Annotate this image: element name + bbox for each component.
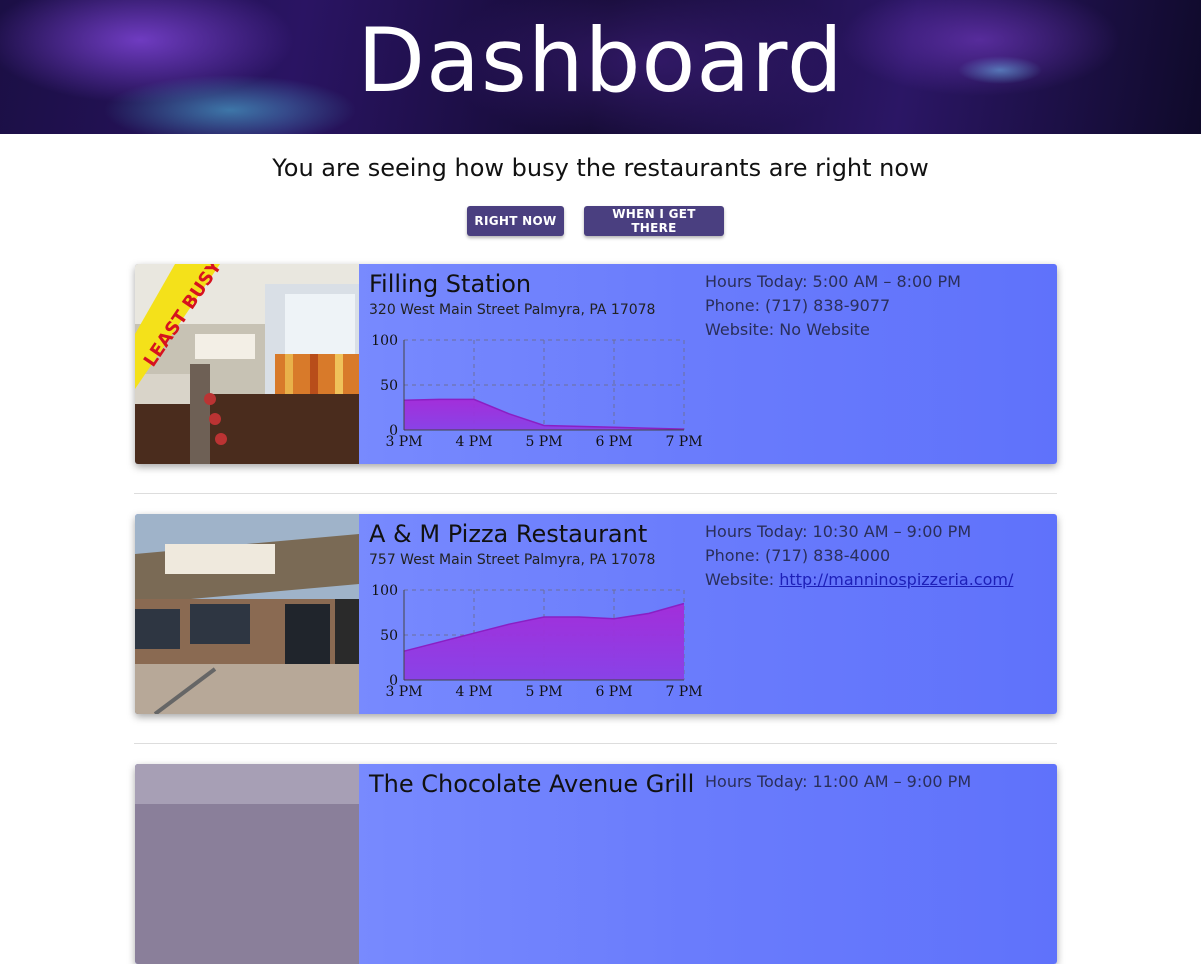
x-tick-label: 3 PM	[385, 684, 422, 700]
restaurant-photo	[135, 514, 359, 714]
restaurant-info: Hours Today: 10:30 AM – 9:00 PM Phone: (…	[705, 520, 1013, 592]
restaurant-name: The Chocolate Avenue Grill	[369, 770, 695, 798]
when-i-get-there-button[interactable]: WHEN I GET THERE	[584, 206, 724, 236]
restaurant-photo	[135, 764, 359, 964]
x-tick-label: 7 PM	[665, 684, 702, 700]
hours-text: Hours Today: 10:30 AM – 9:00 PM	[705, 522, 972, 541]
website-row: Website: http://manninospizzeria.com/	[705, 568, 1013, 592]
hours-text: Hours Today: 11:00 AM – 9:00 PM	[705, 772, 972, 791]
header-banner: Dashboard	[0, 0, 1201, 134]
x-tick-label: 6 PM	[595, 684, 632, 700]
website-link[interactable]: http://manninospizzeria.com/	[779, 570, 1013, 589]
right-now-button[interactable]: RIGHT NOW	[467, 206, 564, 236]
busyness-chart: 0501003 PM 4 PM 5 PM 6 PM 7 PM	[371, 333, 702, 450]
x-tick-label: 4 PM	[455, 684, 492, 700]
status-subtitle: You are seeing how busy the restaurants …	[272, 154, 929, 182]
restaurant-info: Hours Today: 5:00 AM – 8:00 PM Phone: (7…	[705, 270, 961, 342]
website-label: Website:	[705, 320, 780, 339]
x-tick-label: 6 PM	[595, 434, 632, 450]
y-tick-label: 50	[380, 378, 398, 394]
x-tick-label: 7 PM	[665, 434, 702, 450]
x-tick-label: 5 PM	[525, 684, 562, 700]
website-row: Website: No Website	[705, 318, 961, 342]
phone-text: Phone: (717) 838-9077	[705, 296, 891, 315]
x-tick-label: 5 PM	[525, 434, 562, 450]
page-title: Dashboard	[357, 9, 844, 112]
busyness-chart: 0501003 PM 4 PM 5 PM 6 PM 7 PM	[371, 583, 702, 700]
hours-text: Hours Today: 5:00 AM – 8:00 PM	[705, 272, 961, 291]
divider	[134, 493, 1057, 494]
y-tick-label: 100	[371, 583, 398, 599]
restaurant-card[interactable]: The Chocolate Avenue Grill Hours Today: …	[135, 764, 1057, 964]
website-value: No Website	[779, 320, 870, 339]
restaurant-info: Hours Today: 11:00 AM – 9:00 PM	[705, 770, 971, 794]
restaurant-address: 320 West Main Street Palmyra, PA 17078	[369, 302, 656, 318]
y-tick-label: 100	[371, 333, 398, 349]
y-tick-label: 50	[380, 628, 398, 644]
x-tick-label: 3 PM	[385, 434, 422, 450]
website-label: Website:	[705, 570, 780, 589]
restaurant-card[interactable]: A & M Pizza Restaurant 757 West Main Str…	[135, 514, 1057, 714]
restaurant-address: 757 West Main Street Palmyra, PA 17078	[369, 552, 656, 568]
restaurant-photo: LEAST BUSY	[135, 264, 359, 464]
restaurant-name: A & M Pizza Restaurant	[369, 520, 648, 548]
phone-text: Phone: (717) 838-4000	[705, 546, 891, 565]
restaurant-card[interactable]: LEAST BUSY Filling Station 320 West Main…	[135, 264, 1057, 464]
x-tick-label: 4 PM	[455, 434, 492, 450]
divider	[134, 743, 1057, 744]
restaurant-name: Filling Station	[369, 270, 532, 298]
